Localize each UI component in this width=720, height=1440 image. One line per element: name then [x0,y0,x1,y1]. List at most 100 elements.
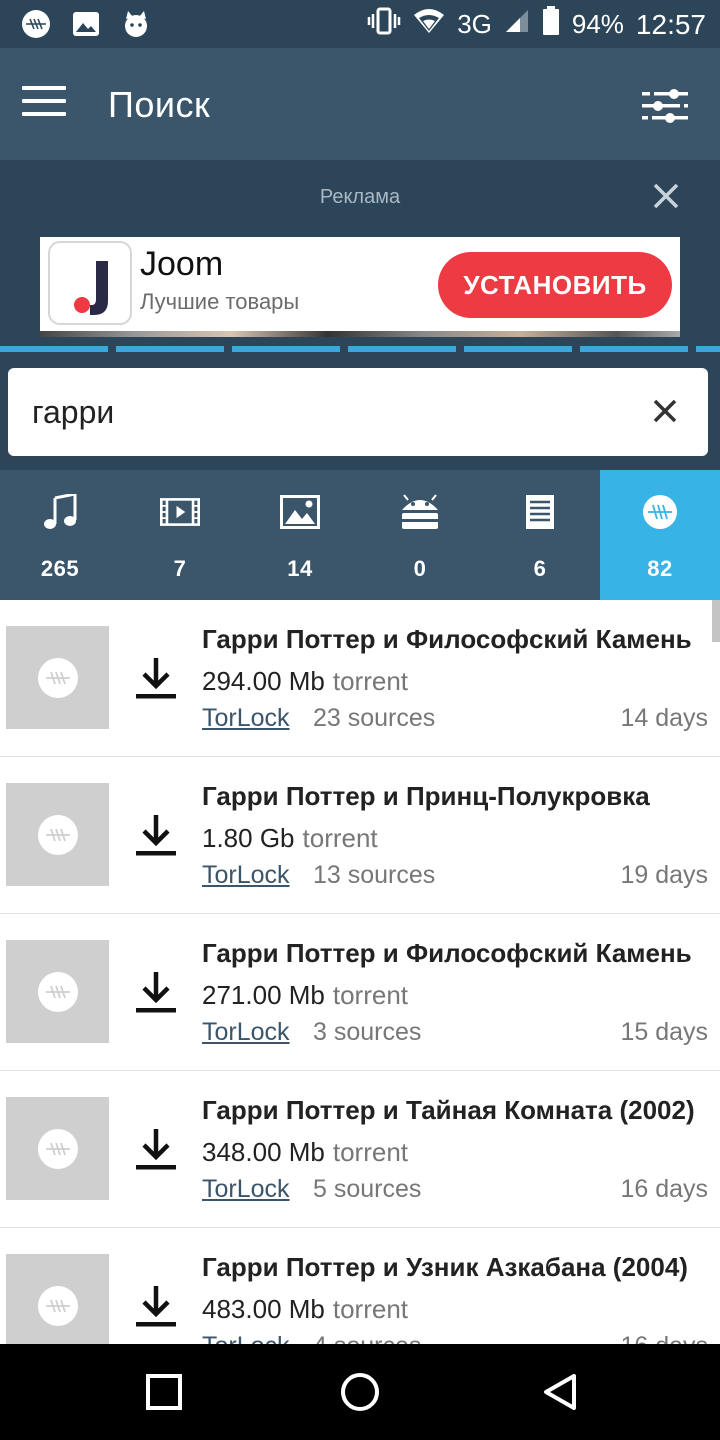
cat-icon [120,8,152,40]
android-icon [400,492,440,532]
joom-logo [48,241,132,325]
wifi-icon [413,7,445,42]
tab-apps[interactable]: 0 [360,470,480,600]
ad-label: Реклама [319,186,401,208]
search-input[interactable]: гарри [8,368,708,456]
home-button[interactable] [340,1372,380,1412]
download-icon[interactable] [134,968,178,1018]
thumbnail [6,940,109,1043]
size-value: 271.00 Mb [202,980,325,1010]
source-link[interactable]: TorLock [202,1018,290,1047]
ad-container: Реклама Joom Лучшие товары УСТАНОВИТЬ [0,160,720,348]
list-item[interactable]: Гарри Поттер и Узник Азкабана (2004) 483… [0,1228,720,1344]
result-title[interactable]: Гарри Поттер и Философский Камень [202,624,716,655]
image-icon [280,492,320,532]
download-icon[interactable] [134,654,178,704]
notification-icons [20,8,152,40]
thumbnail [6,783,109,886]
results-list[interactable]: Гарри Поттер и Философский Камень 294.00… [0,600,720,1344]
app-toolbar: Поиск [0,48,720,160]
result-age: 16 days [620,1175,708,1203]
signal-icon [504,8,530,41]
result-type: torrent [332,980,409,1010]
list-item[interactable]: Гарри Поттер и Философский Камень 294.00… [0,600,720,757]
sliders-icon[interactable] [640,88,690,124]
thumbnail [6,1254,109,1344]
recents-button[interactable] [144,1372,184,1412]
image-icon [70,8,102,40]
hamburger-icon[interactable] [22,86,66,122]
source-link[interactable]: TorLock [202,704,290,733]
torrent-icon [37,657,78,698]
download-icon[interactable] [134,811,178,861]
result-age: 14 days [620,704,708,732]
tab-music[interactable]: 265 [0,470,120,600]
ad-subtitle: Лучшие товары [140,289,300,314]
result-title[interactable]: Гарри Поттер и Принц-Полукровка [202,781,716,812]
download-icon[interactable] [134,1282,178,1332]
source-link[interactable]: TorLock [202,1175,290,1204]
sources-count: 23 sources [313,704,436,732]
system-nav-bar [0,1344,720,1440]
source-link[interactable]: TorLock [202,1332,290,1344]
result-age: 16 days [620,1332,708,1344]
scrollbar[interactable] [712,600,720,642]
document-icon [520,492,560,532]
size-value: 348.00 Mb [202,1137,325,1167]
result-size: 348.00 Mb torrent [202,1137,408,1168]
result-title[interactable]: Гарри Поттер и Философский Камень [202,938,716,969]
page-title: Поиск [108,84,211,125]
result-size: 1.80 Gb torrent [202,823,378,854]
ad-app-name: Joom [140,245,224,283]
result-type: torrent [332,1137,409,1167]
result-title[interactable]: Гарри Поттер и Тайная Комната (2002) [202,1095,716,1126]
torrent-icon [37,814,78,855]
torrent-icon [37,1128,78,1169]
result-size: 483.00 Mb torrent [202,1294,408,1325]
result-type: torrent [332,666,409,696]
sources-count: 5 sources [313,1175,422,1203]
battery-percent: 94% [571,9,624,39]
status-bar: 3G 94% 12:57 [0,0,720,48]
tab-torrents[interactable]: 82 [600,470,720,600]
back-button[interactable] [540,1372,580,1412]
list-item[interactable]: Гарри Поттер и Тайная Комната (2002) 348… [0,1071,720,1228]
tab-documents[interactable]: 6 [480,470,600,600]
system-indicators: 3G 94% 12:57 [367,6,706,43]
torrent-icon [640,492,680,532]
sources-count: 4 sources [313,1332,421,1344]
install-button[interactable]: УСТАНОВИТЬ [438,252,672,318]
result-age: 19 days [620,861,708,889]
result-age: 15 days [620,1018,708,1046]
clear-icon[interactable] [652,398,678,424]
list-item[interactable]: Гарри Поттер и Философский Камень 271.00… [0,914,720,1071]
source-link[interactable]: TorLock [202,861,290,890]
result-type: torrent [332,1294,409,1324]
tab-count: 14 [287,556,313,581]
result-size: 294.00 Mb torrent [202,666,408,697]
thumbnail [6,626,109,729]
video-icon [160,492,200,532]
vibrate-icon [367,6,401,43]
battery-icon [542,6,560,43]
torrent-icon [37,971,78,1012]
category-tabs: 265 7 14 0 6 82 [0,470,720,600]
ad-banner[interactable]: Joom Лучшие товары УСТАНОВИТЬ [40,237,680,337]
tab-count: 0 [413,556,427,581]
close-icon[interactable] [652,182,680,210]
result-title[interactable]: Гарри Поттер и Узник Азкабана (2004) [202,1252,716,1283]
search-area: гарри [0,352,720,470]
search-query[interactable]: гарри [32,394,114,431]
torrent-icon [37,1285,78,1326]
size-value: 294.00 Mb [202,666,325,696]
music-icon [40,492,80,532]
app-icon [20,8,52,40]
tab-count: 7 [173,556,187,581]
tab-video[interactable]: 7 [120,470,240,600]
tab-images[interactable]: 14 [240,470,360,600]
result-type: torrent [302,823,378,853]
list-item[interactable]: Гарри Поттер и Принц-Полукровка 1.80 Gb t… [0,757,720,914]
network-type: 3G [457,9,492,39]
ad-image-strip [40,331,680,337]
download-icon[interactable] [134,1125,178,1175]
